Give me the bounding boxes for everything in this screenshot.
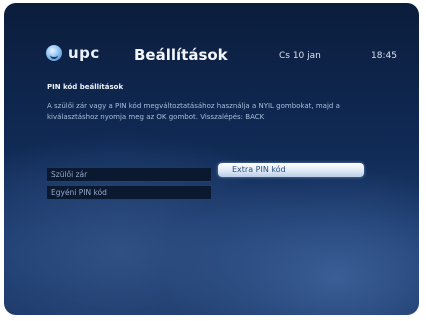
brand-name: upc	[68, 44, 100, 62]
extra-pin-button[interactable]: Extra PIN kód	[218, 163, 364, 177]
upc-logo-icon	[46, 45, 62, 61]
menu-item-custom-pin[interactable]: Egyéni PIN kód	[47, 186, 211, 200]
tv-screen: upc Beállítások Cs 10 jan 18:45 PIN kód …	[4, 3, 419, 315]
upc-logo: upc	[46, 44, 100, 62]
menu-item-parental-lock[interactable]: Szülői zár	[47, 168, 211, 182]
clock: 18:45	[371, 51, 397, 61]
instructions-text: A szülői zár vagy a PIN kód megváltoztat…	[47, 102, 340, 121]
date-display: Cs 10 jan	[279, 51, 321, 61]
section-subtitle: PIN kód beállítások	[47, 83, 124, 91]
page-title: Beállítások	[134, 46, 228, 64]
